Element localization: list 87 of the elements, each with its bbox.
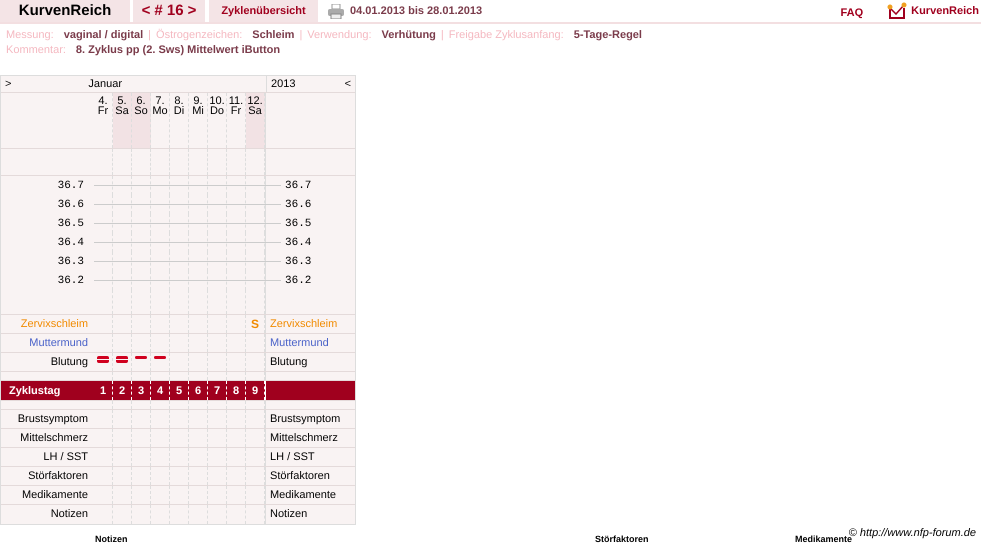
cycle-day-number: 7: [214, 385, 220, 397]
day-date: 5.: [117, 96, 127, 106]
previous-cycle-link[interactable]: <: [142, 0, 150, 22]
row-label: Mittelschmerz: [19, 431, 89, 446]
row-label: Muttermund: [28, 336, 89, 351]
comment-text: 8. Zyklus pp (2. Sws) Mittelwert iButton: [76, 44, 280, 56]
row-label: Blutung: [270, 356, 308, 368]
separator: |: [299, 29, 302, 41]
day-date: 4.: [97, 96, 109, 106]
day-date: 10.: [208, 96, 226, 106]
row-label: Medikamente: [20, 488, 89, 503]
comment-label: Kommentar:: [6, 44, 66, 56]
row-label: Zervixschleim: [20, 317, 89, 332]
temperature-label: 36.3: [58, 256, 84, 268]
cycle-day-number: 6: [194, 385, 202, 397]
separator: |: [440, 29, 444, 41]
temperature-label: 36.3: [285, 256, 312, 268]
faq-link[interactable]: FAQ: [840, 0, 864, 22]
row-label: Störfaktoren: [27, 469, 89, 484]
day-date: 8.: [173, 96, 185, 106]
weekday: Di: [172, 106, 186, 116]
temperature-label: 36.4: [58, 237, 84, 249]
temperature-label: 36.4: [285, 237, 312, 249]
info-value: Schleim: [252, 29, 294, 41]
section-heading: Notizen: [95, 535, 128, 544]
month-label: Januar: [88, 76, 122, 92]
row-label: Mittelschmerz: [270, 432, 338, 444]
info-label: Verwendung:: [307, 29, 372, 41]
info-label: Freigabe Zyklusanfang:: [448, 29, 564, 41]
row-label: Brustsymptom: [16, 412, 89, 427]
temperature-label: 36.6: [285, 199, 312, 211]
cycle-number: # 16: [154, 0, 184, 21]
day-date: 9.: [192, 96, 203, 106]
next-period-arrow[interactable]: >: [5, 76, 12, 92]
row-label: LH / SST: [42, 450, 89, 465]
row-label: Zyklustag: [9, 385, 60, 397]
site-logo[interactable]: KurvenReich: [0, 0, 130, 22]
row-label: Medikamente: [270, 489, 336, 501]
weekday: Do: [208, 106, 226, 116]
brand-name: KurvenReich: [911, 4, 979, 19]
temperature-label: 36.7: [285, 180, 312, 192]
cycle-day-number: 5: [176, 385, 182, 397]
row-label: LH / SST: [270, 451, 315, 463]
cycle-day-number: 9: [252, 385, 258, 397]
cycle-day-number: 2: [118, 385, 126, 397]
temperature-label: 36.2: [285, 275, 312, 287]
temperature-label: 36.7: [58, 180, 84, 192]
weekday: Fr: [230, 106, 242, 116]
day-date: 11.: [228, 96, 244, 106]
section-heading: Medikamente: [795, 535, 852, 544]
date-range: 04.01.2013 bis 28.01.2013: [350, 4, 482, 19]
info-label: Östrogenzeichen:: [156, 29, 242, 41]
info-value: 5-Tage-Regel: [574, 29, 642, 41]
next-cycle-link[interactable]: >: [188, 0, 196, 22]
info-value: Verhütung: [382, 29, 436, 41]
row-label: Muttermund: [270, 337, 329, 349]
weekday: Sa: [114, 106, 130, 116]
temperature-label: 36.5: [285, 218, 312, 230]
mucus-symbol: S: [250, 317, 259, 331]
weekday: So: [133, 106, 149, 116]
previous-period-arrow[interactable]: <: [344, 76, 351, 92]
row-label: Zervixschleim: [270, 318, 338, 330]
info-value: vaginal / digital: [64, 29, 144, 41]
year-label: 2013: [271, 76, 296, 92]
separator: |: [148, 29, 152, 41]
cycle-day-number: 1: [100, 385, 106, 397]
cycle-day-number: 3: [138, 385, 144, 397]
section-heading: Störfaktoren: [595, 535, 649, 544]
info-label: Messung:: [6, 29, 54, 41]
weekday: Mo: [151, 106, 169, 116]
cycle-overview-tab[interactable]: Zyklenübersicht: [209, 0, 318, 22]
temperature-label: 36.6: [58, 199, 84, 211]
row-label: Störfaktoren: [270, 470, 330, 482]
day-date: 7.: [155, 96, 165, 106]
cycle-day-number: 8: [232, 385, 240, 397]
temperature-label: 36.5: [58, 218, 84, 230]
cycle-day-number: 4: [156, 385, 164, 397]
weekday: Fr: [96, 106, 110, 116]
temperature-label: 36.2: [58, 275, 84, 287]
weekday: Mi: [191, 106, 205, 116]
row-label: Brustsymptom: [270, 413, 340, 425]
day-date: 12.: [246, 96, 264, 106]
row-label: Blutung: [50, 355, 89, 370]
row-label: Notizen: [50, 507, 89, 522]
weekday: Sa: [247, 106, 263, 116]
day-date: 6.: [136, 96, 146, 106]
row-label: Notizen: [270, 508, 308, 520]
